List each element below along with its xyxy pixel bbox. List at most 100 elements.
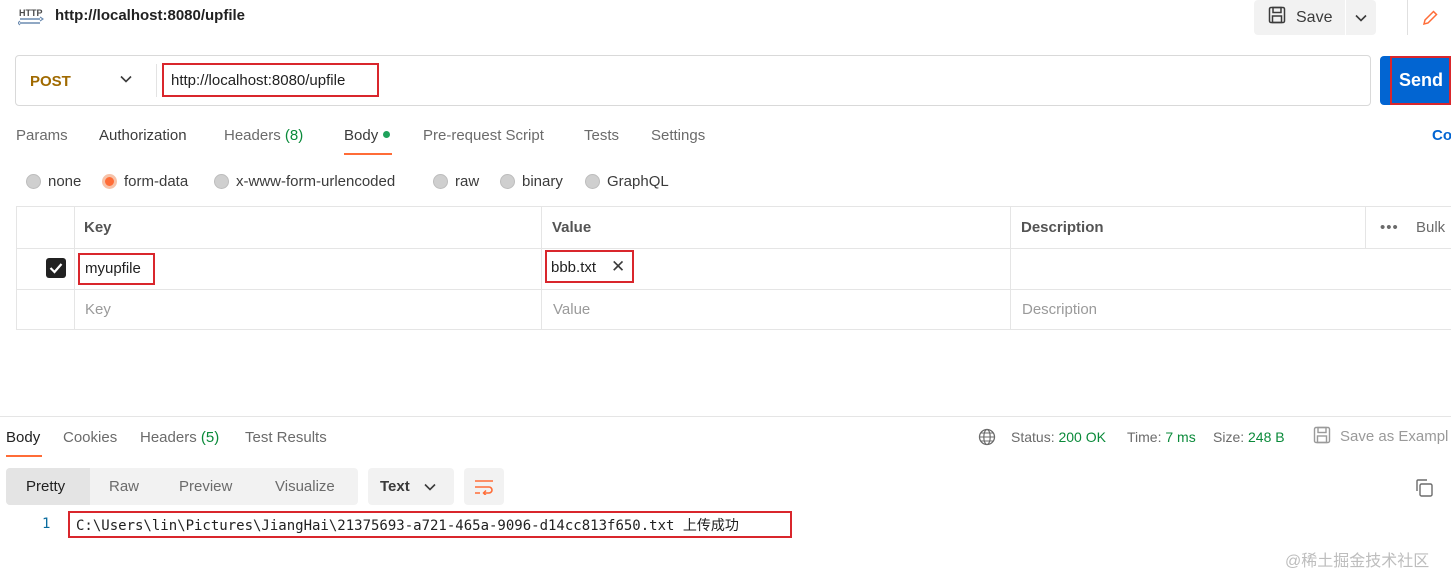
status-label: Status: xyxy=(1011,429,1055,445)
response-tab-headers[interactable]: Headers (5) xyxy=(140,429,219,446)
form-data-table xyxy=(16,206,1451,330)
radio-label: x-www-form-urlencoded xyxy=(236,173,396,190)
time-value: 7 ms xyxy=(1165,429,1196,445)
watermark: @稀土掘金技术社区 xyxy=(1285,553,1430,570)
tab-authorization[interactable]: Authorization xyxy=(99,127,187,144)
view-raw-button[interactable]: Raw xyxy=(109,478,139,495)
column-divider xyxy=(1010,206,1011,330)
tab-pre-request-script[interactable]: Pre-request Script xyxy=(423,127,544,144)
column-divider xyxy=(541,206,542,330)
column-header-description: Description xyxy=(1021,219,1104,236)
method-select[interactable]: POST xyxy=(30,73,71,90)
view-visualize-button[interactable]: Visualize xyxy=(275,478,335,495)
radio-label: raw xyxy=(455,173,480,190)
new-description-input[interactable]: Description xyxy=(1022,301,1097,318)
radio-none[interactable]: none xyxy=(26,173,81,190)
view-preview-button[interactable]: Preview xyxy=(179,478,232,495)
cookies-link[interactable]: Co xyxy=(1432,127,1451,144)
response-tab-test-results[interactable]: Test Results xyxy=(245,429,327,446)
request-title[interactable]: http://localhost:8080/upfile xyxy=(55,7,245,24)
http-icon-text: HTTP xyxy=(19,8,43,18)
chevron-down-icon xyxy=(424,483,436,491)
response-body-line: C:\Users\lin\Pictures\JiangHai\21375693-… xyxy=(76,518,739,534)
copy-icon[interactable] xyxy=(1414,478,1434,498)
format-label: Text xyxy=(380,478,410,495)
chevron-down-icon[interactable] xyxy=(120,75,132,83)
divider xyxy=(156,64,157,97)
column-divider xyxy=(74,206,75,330)
column-header-value: Value xyxy=(552,219,592,236)
radio-label: form-data xyxy=(124,173,189,190)
radio-label: binary xyxy=(522,173,563,190)
save-icon xyxy=(1268,6,1286,29)
radio-binary[interactable]: binary xyxy=(500,173,563,190)
column-header-key: Key xyxy=(84,219,112,236)
save-example-icon xyxy=(1313,426,1331,444)
save-options-button[interactable] xyxy=(1346,0,1376,35)
tab-settings[interactable]: Settings xyxy=(651,127,705,144)
send-button[interactable]: Send xyxy=(1380,56,1451,105)
body-active-dot xyxy=(383,131,391,138)
radio-dot xyxy=(26,174,41,189)
response-status: Status: 200 OK xyxy=(1011,429,1106,445)
radio-graphql[interactable]: GraphQL xyxy=(585,173,669,190)
globe-icon[interactable] xyxy=(978,428,996,446)
response-divider xyxy=(0,416,1451,417)
more-options-icon[interactable]: ••• xyxy=(1380,219,1399,236)
url-input[interactable]: http://localhost:8080/upfile xyxy=(171,72,345,89)
bulk-edit-link[interactable]: Bulk xyxy=(1416,219,1445,236)
checkmark-icon xyxy=(49,263,63,274)
radio-label: none xyxy=(48,173,82,190)
row-enabled-checkbox[interactable] xyxy=(46,258,66,278)
save-as-example-button[interactable]: Save as Exampl xyxy=(1340,428,1448,445)
response-time: Time: 7 ms xyxy=(1127,429,1196,445)
tab-params[interactable]: Params xyxy=(16,127,68,144)
radio-raw[interactable]: raw xyxy=(433,173,479,190)
line-number: 1 xyxy=(42,516,51,532)
column-divider xyxy=(1365,206,1366,248)
chevron-down-icon xyxy=(1355,14,1367,22)
save-label: Save xyxy=(1296,8,1333,26)
radio-dot xyxy=(433,174,448,189)
radio-dot-selected xyxy=(102,174,117,189)
tab-body[interactable]: Body xyxy=(344,127,391,144)
wrap-lines-button[interactable] xyxy=(464,468,504,505)
new-value-input[interactable]: Value xyxy=(553,301,590,318)
response-tab-headers-count: (5) xyxy=(200,429,220,446)
row-divider xyxy=(16,289,1451,290)
file-chip-name[interactable]: bbb.txt xyxy=(551,259,596,276)
tab-tests[interactable]: Tests xyxy=(584,127,619,144)
new-key-input[interactable]: Key xyxy=(85,301,111,318)
tab-headers-count: (8) xyxy=(284,127,304,144)
status-value: 200 OK xyxy=(1058,429,1106,445)
tab-body-label: Body xyxy=(344,127,379,144)
time-label: Time: xyxy=(1127,429,1162,445)
radio-form-data[interactable]: form-data xyxy=(102,173,188,190)
size-value: 248 B xyxy=(1248,429,1285,445)
size-label: Size: xyxy=(1213,429,1245,445)
wrap-lines-icon xyxy=(475,479,493,495)
url-bar: POST http://localhost:8080/upfile xyxy=(15,55,1371,106)
radio-dot xyxy=(214,174,229,189)
row-divider xyxy=(16,248,1451,249)
format-select[interactable]: Text xyxy=(368,468,454,505)
edit-button[interactable] xyxy=(1407,0,1451,35)
tab-headers[interactable]: Headers (8) xyxy=(224,127,303,144)
response-size: Size: 248 B xyxy=(1213,429,1285,445)
remove-file-icon[interactable]: ✕ xyxy=(611,257,625,277)
http-request-icon: HTTP xyxy=(17,4,45,28)
radio-dot xyxy=(500,174,515,189)
pencil-icon xyxy=(1422,9,1438,25)
radio-label: GraphQL xyxy=(607,173,669,190)
radio-dot xyxy=(585,174,600,189)
save-button[interactable]: Save xyxy=(1254,0,1345,35)
form-key-cell[interactable]: myupfile xyxy=(85,260,141,277)
response-tab-cookies[interactable]: Cookies xyxy=(63,429,117,446)
active-response-tab-underline xyxy=(6,455,42,457)
active-tab-underline xyxy=(344,153,392,155)
tab-headers-label: Headers xyxy=(224,127,281,144)
response-tab-headers-label: Headers xyxy=(140,429,197,446)
response-tab-body[interactable]: Body xyxy=(6,429,40,446)
radio-x-www-form-urlencoded[interactable]: x-www-form-urlencoded xyxy=(214,173,395,190)
view-pretty-button[interactable]: Pretty xyxy=(26,478,65,495)
